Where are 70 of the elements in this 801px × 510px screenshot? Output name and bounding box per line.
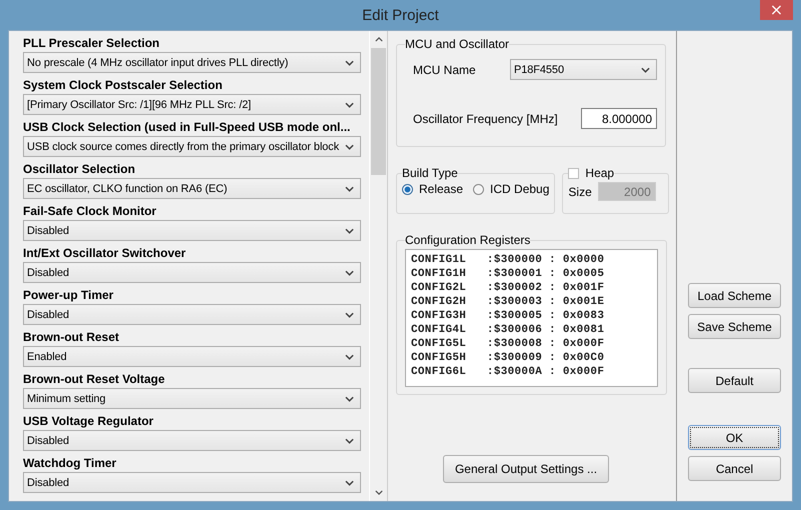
dropdown[interactable]: Minimum setting bbox=[23, 388, 362, 409]
window-title: Edit Project bbox=[362, 6, 439, 24]
caret-icon bbox=[345, 438, 354, 444]
caret-icon bbox=[345, 270, 354, 276]
field-label: Oscillator Frequency [MHz] bbox=[413, 112, 558, 126]
caret-icon bbox=[345, 312, 354, 318]
radio-button[interactable] bbox=[473, 184, 484, 194]
ok-button[interactable]: OK bbox=[688, 425, 781, 450]
setting-label: Oscillator Selection bbox=[23, 161, 136, 178]
dropdown[interactable]: EC oscillator, CLKO function on RA6 (EC) bbox=[23, 178, 362, 199]
input-field[interactable]: 8.000000 bbox=[581, 108, 657, 129]
setting-label: Power-up Timer bbox=[23, 287, 114, 304]
caret-icon bbox=[345, 102, 354, 108]
caret-icon bbox=[641, 66, 650, 72]
setting-label: Brown-out Reset Voltage bbox=[23, 371, 166, 388]
dialog-button[interactable]: Save Scheme bbox=[688, 314, 781, 339]
radio-label: ICD Debug bbox=[490, 182, 550, 196]
caret-icon bbox=[345, 144, 354, 150]
setting-label: USB Clock Selection (used in Full-Speed USB mode onl... bbox=[23, 119, 352, 136]
setting-label: Int/Ext Oscillator Switchover bbox=[23, 245, 187, 262]
register-line: CONFIG3H :$300005 : 0x0083 bbox=[411, 309, 606, 323]
caret-icon bbox=[345, 480, 354, 486]
setting-label: PLL Prescaler Selection bbox=[23, 35, 161, 52]
dropdown[interactable]: Disabled bbox=[23, 472, 362, 493]
scrollbar-thumb[interactable] bbox=[371, 48, 386, 175]
setting-label: USB Voltage Regulator bbox=[23, 413, 154, 430]
dropdown[interactable]: [Primary Oscillator Src: /1][96 MHz PLL Src: /2] bbox=[23, 94, 362, 115]
caret-icon bbox=[345, 354, 354, 360]
caret-icon bbox=[345, 228, 354, 234]
register-line: CONFIG5L :$300008 : 0x000F bbox=[411, 337, 606, 351]
scrollbar[interactable] bbox=[369, 31, 387, 501]
register-line: CONFIG6L :$30000A : 0x000F bbox=[411, 365, 606, 379]
radio-button[interactable] bbox=[402, 184, 413, 194]
group-title: Configuration Registers bbox=[405, 233, 530, 247]
setting-label: Watchdog Timer bbox=[23, 455, 118, 472]
radio-label: Release bbox=[419, 182, 464, 196]
scroll-down-icon[interactable] bbox=[374, 490, 383, 495]
dropdown[interactable]: Disabled bbox=[23, 262, 362, 283]
register-line: CONFIG1H :$300001 : 0x0005 bbox=[411, 267, 606, 281]
register-line: CONFIG5H :$300009 : 0x00C0 bbox=[411, 351, 606, 365]
register-line: CONFIG2L :$300002 : 0x001F bbox=[411, 281, 606, 295]
register-line: CONFIG2H :$300003 : 0x001E bbox=[411, 295, 606, 309]
caret-icon bbox=[345, 396, 354, 402]
output-settings-button[interactable]: General Output Settings ... bbox=[443, 455, 609, 483]
dialog-button[interactable]: Load Scheme bbox=[688, 283, 781, 308]
group-title: Build Type bbox=[402, 166, 458, 180]
setting-label: System Clock Postscaler Selection bbox=[23, 77, 224, 94]
setting-label: Brown-out Reset bbox=[23, 329, 120, 346]
field-label: Size bbox=[568, 184, 592, 198]
checkbox-label: Heap bbox=[585, 166, 614, 180]
register-line: CONFIG1L :$300000 : 0x0000 bbox=[411, 253, 606, 267]
dropdown[interactable]: USB clock source comes directly from the primary oscillator block bbox=[23, 136, 362, 157]
cancel-button[interactable]: Cancel bbox=[688, 456, 781, 481]
dropdown[interactable]: Disabled bbox=[23, 220, 362, 241]
register-line: CONFIG4L :$300006 : 0x0081 bbox=[411, 323, 606, 337]
caret-icon bbox=[345, 186, 354, 192]
group-title: MCU and Oscillator bbox=[405, 37, 510, 51]
dropdown[interactable]: Disabled bbox=[23, 304, 362, 325]
radio-option[interactable]: Release bbox=[402, 182, 464, 196]
radio-option[interactable]: ICD Debug bbox=[473, 182, 550, 196]
dialog-button[interactable]: Default bbox=[688, 368, 781, 393]
field-label: MCU Name bbox=[413, 62, 476, 76]
scroll-up-icon[interactable] bbox=[374, 37, 383, 42]
close-button[interactable]: × bbox=[760, 0, 793, 20]
dropdown[interactable]: P18F4550 bbox=[510, 59, 657, 80]
caret-icon bbox=[345, 60, 354, 66]
dropdown[interactable]: Disabled bbox=[23, 430, 362, 451]
setting-label: Fail-Safe Clock Monitor bbox=[23, 203, 158, 220]
dropdown[interactable]: No prescale (4 MHz oscillator input drives PLL directly) bbox=[23, 52, 362, 73]
dropdown[interactable]: Enabled bbox=[23, 346, 362, 367]
